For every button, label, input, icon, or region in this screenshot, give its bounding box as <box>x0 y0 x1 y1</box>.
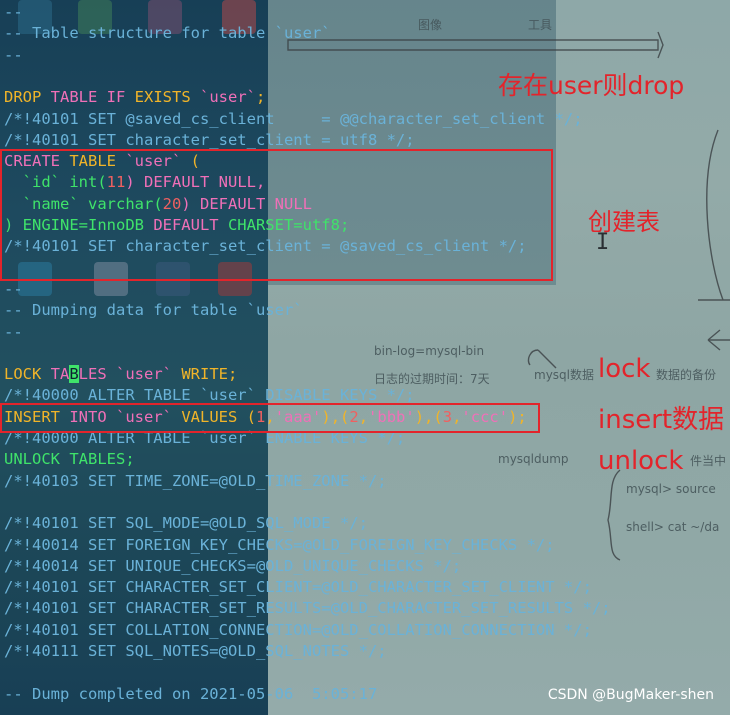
code-token: TA <box>41 365 70 384</box>
code-token: /*!40014 SET UNIQUE_CHECKS=@OLD_UNIQUE_C… <box>4 556 462 575</box>
whiteboard-binlog-note: bin-log=mysql-bin <box>374 344 485 358</box>
code-token: /*!40103 SET TIME_ZONE=@OLD_TIME_ZONE */… <box>4 471 387 490</box>
code-token: /*!40101 SET character_set_client = utf8… <box>4 130 415 149</box>
csdn-watermark: CSDN @BugMaker-shen <box>547 687 714 703</box>
code-line: -- Table structure for table `user` <box>4 23 331 44</box>
code-line: UNLOCK TABLES; <box>4 449 135 470</box>
mouse-cursor-ibeam-icon: I <box>596 230 610 255</box>
code-line: -- <box>4 2 23 23</box>
code-token: -- <box>4 3 23 21</box>
code-line: DROP TABLE IF EXISTS `user`; <box>4 87 265 108</box>
code-line: /*!40101 SET CHARACTER_SET_CLIENT=@OLD_C… <box>4 577 592 598</box>
code-token: EXISTS <box>134 88 191 107</box>
whiteboard-file-note: 件当中 <box>690 454 727 468</box>
code-token: /*!40101 SET @saved_cs_client = @@charac… <box>4 109 583 128</box>
code-token: /*!40101 SET CHARACTER_SET_RESULTS=@OLD_… <box>4 599 611 618</box>
code-token: DROP <box>4 88 42 107</box>
create-table-highlight <box>0 149 553 281</box>
code-token: -- Dump completed on 2021-05-06 5:05:17 <box>4 684 378 703</box>
code-line: LOCK TABLES `user` WRITE; <box>4 364 237 385</box>
code-line: /*!40014 SET UNIQUE_CHECKS=@OLD_UNIQUE_C… <box>4 556 461 577</box>
toolbar-label-tools: 工具 <box>528 18 553 32</box>
whiteboard-shell-note: shell> cat ~/da <box>626 520 720 534</box>
code-token: /*!40101 SET CHARACTER_SET_CLIENT=@OLD_C… <box>4 578 592 597</box>
code-token: ; <box>256 88 266 107</box>
code-token: LOCK <box>4 365 42 384</box>
code-line: -- Dumping data for table `user` <box>4 300 303 321</box>
code-line: -- <box>4 45 23 66</box>
code-line: -- Dump completed on 2021-05-06 5:05:17 <box>4 684 377 705</box>
whiteboard-mysqldump-note: mysqldump <box>498 452 569 466</box>
annotation-drop: 存在user则drop <box>498 71 685 100</box>
code-token: UNLOCK TABLES; <box>4 450 135 469</box>
code-line: /*!40111 SET SQL_NOTES=@OLD_SQL_NOTES */… <box>4 641 387 662</box>
whiteboard-backup-note: 数据的备份 <box>656 368 717 382</box>
whiteboard-mysql-data-note: mysql数据 <box>534 368 594 382</box>
code-token: -- <box>4 45 23 64</box>
code-line: -- <box>4 279 23 300</box>
code-token: -- <box>4 279 23 298</box>
code-token: TABLE IF <box>41 88 135 107</box>
annotation-unlock: unlock <box>598 446 684 476</box>
code-token: /*!40014 SET FOREIGN_KEY_CHECKS=@OLD_FOR… <box>4 535 555 554</box>
insert-highlight <box>0 403 540 433</box>
code-token: -- Dumping data for table `user` <box>4 301 303 320</box>
code-line: -- <box>4 322 23 343</box>
code-line: /*!40101 SET @saved_cs_client = @@charac… <box>4 109 583 130</box>
code-line: /*!40103 SET TIME_ZONE=@OLD_TIME_ZONE */… <box>4 471 387 492</box>
annotation-insert: insert数据 <box>598 405 725 435</box>
code-token: /*!40111 SET SQL_NOTES=@OLD_SQL_NOTES */… <box>4 642 387 660</box>
code-token: /*!40000 ALTER TABLE `user` DISABLE KEYS… <box>4 386 415 405</box>
code-token: /*!40101 SET SQL_MODE=@OLD_SQL_MODE */; <box>4 514 368 533</box>
whiteboard-source-note: mysql> source <box>626 482 716 496</box>
code-line: /*!40101 SET CHARACTER_SET_RESULTS=@OLD_… <box>4 598 611 619</box>
code-token: -- <box>4 322 23 341</box>
annotation-lock: lock <box>598 354 651 384</box>
code-line: /*!40101 SET COLLATION_CONNECTION=@OLD_C… <box>4 620 592 641</box>
code-token: `user` <box>200 88 256 107</box>
code-token: WRITE; <box>172 365 238 384</box>
code-line: /*!40014 SET FOREIGN_KEY_CHECKS=@OLD_FOR… <box>4 535 555 556</box>
code-token: `user` <box>116 365 172 384</box>
code-token: B <box>69 365 79 384</box>
code-line: /*!40101 SET character_set_client = utf8… <box>4 130 415 151</box>
code-token: -- Table structure for table `user` <box>4 24 331 43</box>
code-token: /*!40101 SET COLLATION_CONNECTION=@OLD_C… <box>4 620 592 639</box>
toolbar-label-image: 图像 <box>418 18 443 32</box>
code-line: /*!40101 SET SQL_MODE=@OLD_SQL_MODE */; <box>4 513 368 534</box>
code-token: LES <box>78 365 116 384</box>
